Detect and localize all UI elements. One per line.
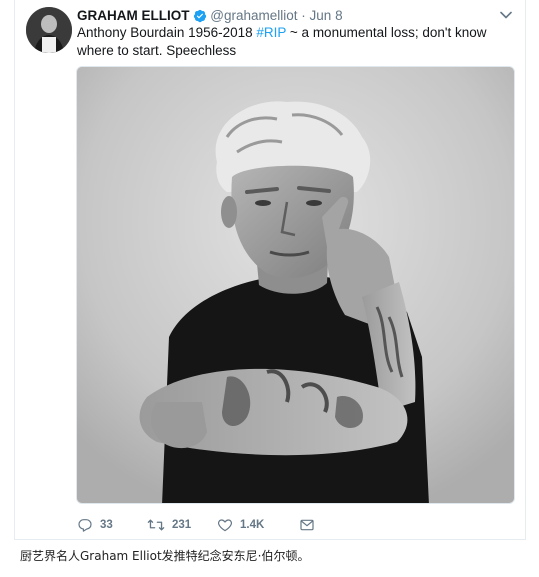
reply-count: 33	[100, 519, 113, 531]
tweet-text-start: Anthony Bourdain 1956-2018	[77, 25, 257, 40]
retweet-icon	[147, 517, 165, 533]
separator-dot: ·	[301, 8, 306, 23]
user-handle[interactable]: @grahamelliot	[210, 8, 297, 23]
screenshot-frame: GRAHAM ELLIOT @grahamelliot · Jun 8 Anth…	[0, 0, 539, 577]
like-button[interactable]: 1.4K	[217, 515, 264, 535]
reply-icon	[77, 517, 93, 533]
tweet-photo[interactable]	[76, 66, 515, 504]
heart-icon	[217, 517, 233, 533]
avatar-image	[26, 7, 72, 53]
retweet-button[interactable]: 231	[147, 515, 191, 535]
hashtag-link[interactable]: #RIP	[256, 25, 286, 40]
chevron-down-icon[interactable]	[499, 8, 513, 22]
retweet-count: 231	[172, 519, 192, 531]
reply-button[interactable]: 33	[77, 515, 113, 535]
like-count: 1.4K	[240, 519, 265, 531]
avatar[interactable]	[26, 7, 72, 53]
tweet-card[interactable]: GRAHAM ELLIOT @grahamelliot · Jun 8 Anth…	[14, 0, 526, 540]
envelope-icon	[299, 517, 315, 533]
tweet-actions: 33 231 1.4K	[77, 515, 377, 535]
portrait-image	[77, 67, 514, 503]
tweet-date[interactable]: Jun 8	[310, 8, 343, 23]
image-caption: 厨艺界名人Graham Elliot发推特纪念安东尼·伯尔顿。	[20, 549, 310, 563]
tweet-text: Anthony Bourdain 1956-2018 #RIP ~ a monu…	[77, 24, 513, 60]
display-name[interactable]: GRAHAM ELLIOT	[77, 8, 190, 23]
direct-message-button[interactable]	[299, 515, 315, 535]
